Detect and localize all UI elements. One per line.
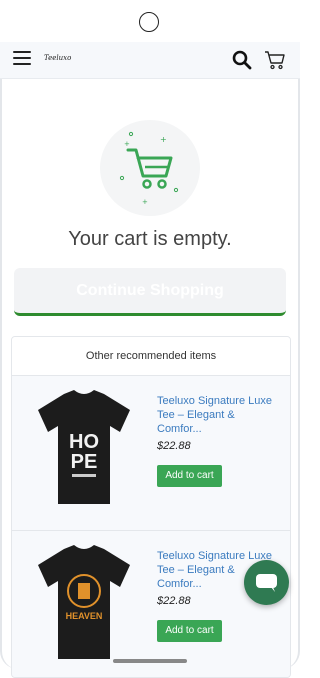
recommended-panel: Other recommended items HO PE Teeluxo Si… [11,336,291,678]
shirt-print-text: HO [69,431,99,453]
logo[interactable]: Teeluxo [44,54,71,62]
svg-text:+: + [142,198,148,206]
camera-cutout [139,12,159,32]
shirt-print-text: PE [71,451,98,473]
home-indicator [113,659,187,663]
product-image[interactable]: HEAVEN [34,543,134,663]
product-title-link[interactable]: Teeluxo Signature Luxe Tee – Elegant & C… [157,394,277,436]
site-header: Teeluxo [0,42,300,79]
product-price: $22.88 [157,595,191,607]
chat-button[interactable] [244,560,289,605]
search-icon[interactable] [232,50,252,70]
empty-cart-message: Your cart is empty. [68,228,232,250]
svg-text:+: + [160,135,167,144]
add-to-cart-button[interactable]: Add to cart [157,620,222,642]
recommended-heading: Other recommended items [12,337,290,376]
product-image[interactable]: HO PE [34,388,134,508]
product-card: HO PE Teeluxo Signature Luxe Tee – Elega… [12,376,290,531]
status-bar [0,0,300,42]
chat-bubble-icon [256,574,277,592]
add-to-cart-button[interactable]: Add to cart [157,465,222,487]
shirt-print-text: HEAVEN [66,611,103,621]
hamburger-icon[interactable] [13,51,31,65]
continue-shopping-button[interactable]: Continue Shopping [14,268,286,316]
svg-text:+: + [124,140,130,148]
cart-icon[interactable] [264,49,286,71]
cart-icon: + + + [119,131,179,206]
product-price: $22.88 [157,440,191,452]
empty-cart-illustration: + + + [100,120,200,216]
